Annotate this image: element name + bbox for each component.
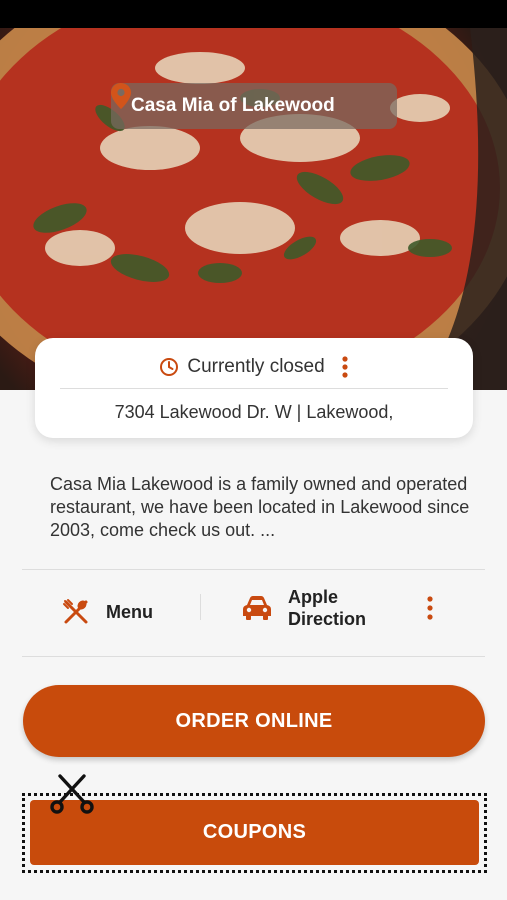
- action-separator: [200, 594, 201, 620]
- menu-label: Menu: [106, 601, 153, 622]
- card-divider: [60, 388, 448, 389]
- hero-image: Casa Mia of Lakewood: [0, 28, 507, 390]
- restaurant-description: Casa Mia Lakewood is a family owned and …: [50, 474, 470, 540]
- car-icon: [243, 596, 271, 620]
- direction-label: Apple Direction: [288, 587, 367, 629]
- info-card: Currently closed 7304 Lakewood Dr. W | L…: [35, 338, 473, 438]
- clock-icon: [160, 358, 179, 376]
- fork-spoon-icon: [63, 599, 88, 624]
- menu-button[interactable]: Menu: [62, 592, 153, 632]
- scissors-icon: [50, 774, 94, 814]
- restaurant-address: 7304 Lakewood Dr. W | Lakewood,: [114, 402, 394, 422]
- kebab-icon[interactable]: [424, 595, 436, 621]
- map-pin-icon: [111, 83, 131, 109]
- status-row: Currently closed: [35, 352, 473, 382]
- action-row: Menu Apple Direction: [0, 570, 507, 656]
- restaurant-name: Casa Mia of Lakewood: [131, 95, 335, 116]
- order-online-button[interactable]: ORDER ONLINE: [23, 685, 485, 757]
- coupons-button[interactable]: COUPONS: [30, 800, 479, 865]
- restaurant-name-badge: Casa Mia of Lakewood: [111, 83, 397, 129]
- hours-more-icon[interactable]: [341, 355, 349, 379]
- status-bar: [0, 0, 507, 28]
- open-status: Currently closed: [187, 356, 325, 377]
- divider: [22, 656, 485, 657]
- order-online-label: ORDER ONLINE: [175, 709, 333, 732]
- apple-direction-button[interactable]: Apple Direction: [242, 584, 388, 632]
- coupons-label: COUPONS: [202, 821, 307, 843]
